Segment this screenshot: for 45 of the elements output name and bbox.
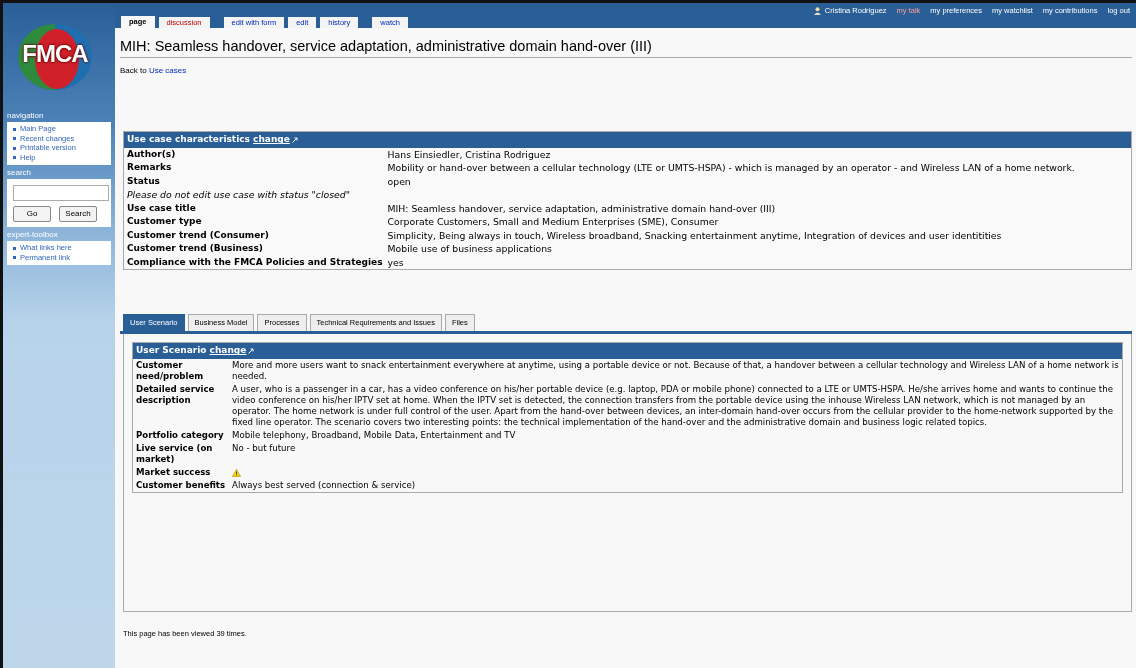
field-value: open bbox=[386, 174, 412, 189]
field-value: Mobile telephony, Broadband, Mobile Data, Entertainment and TV bbox=[231, 428, 517, 442]
field-value: Mobility or hand-over between a cellular technology (LTE or UMTS-HSPA) - which is managed by an operator - and Wireless LAN of a home network. bbox=[386, 161, 1076, 175]
portlet-heading: expert-toolbox bbox=[6, 230, 59, 241]
change-link[interactable]: change bbox=[209, 345, 247, 356]
external-link-icon bbox=[248, 347, 255, 354]
field-label: Detailed service description bbox=[135, 382, 216, 407]
warning-icon bbox=[232, 469, 241, 478]
field-value: Mobile use of business applications bbox=[386, 242, 553, 256]
field-value: yes bbox=[386, 255, 405, 270]
field-label: Customer type bbox=[126, 215, 203, 229]
change-link[interactable]: change bbox=[253, 134, 290, 145]
field-label: Compliance with the FMCA Policies and Strategies bbox=[126, 255, 384, 269]
back-link[interactable]: Use cases bbox=[148, 66, 187, 76]
field-value: MIH: Seamless handover, service adaptation, administrative domain hand-over (III) bbox=[386, 201, 777, 216]
field-label: Customer benefits bbox=[135, 478, 227, 492]
section-heading: User Scenario bbox=[136, 345, 208, 356]
user-icon bbox=[813, 6, 821, 15]
search-button[interactable]: Go bbox=[13, 206, 51, 222]
field-label: Customer need/problem bbox=[135, 358, 205, 383]
field-value: A user, who is a passenger in a car, has a video conference on his/her portable device (e.g. laptop, PDA or mobile phone) connected to a LTE or UMTS-HSPA. He/she arrives home and wants to continue the video conference on his/her IPTV set at home. When the IPTV set is detected, the connection transfers from the portable device using the inhouse Wireless LAN network, which is not managed by an operator. The home network is under full control of the user. Apart from the hand-over between devices, an inter-domain hand-over occurs from the cellular provider to the home-network supported by the fixed line operator. The scenario covers two interesting points: the technical implementation of the hand-over and the administrative domain and business logic related topics. bbox=[231, 382, 1114, 429]
back-text: Back to bbox=[120, 66, 148, 76]
section-heading: Use case characteristics bbox=[127, 134, 251, 145]
portlet-heading: navigation bbox=[6, 111, 45, 122]
field-label: Author(s) bbox=[126, 147, 177, 161]
page-title: MIH: Seamless handover, service adaptation, administrative domain hand-over (III) bbox=[120, 38, 1132, 59]
search-field[interactable] bbox=[13, 185, 109, 201]
field-label: Customer trend (Business) bbox=[126, 242, 264, 256]
field-value: No - but future bbox=[231, 441, 297, 455]
field-value: Simplicity, Being always in touch, Wireless broadband, Snacking entertainment anytime, Integration of devices and user identitities bbox=[386, 228, 1003, 243]
field-label: Remarks bbox=[126, 161, 173, 175]
field-label: Customer trend (Consumer) bbox=[126, 228, 270, 242]
field-label: Status bbox=[126, 174, 161, 188]
search-button[interactable]: Search bbox=[59, 206, 97, 222]
portlet-heading: search bbox=[6, 168, 32, 179]
field-value: More and more users want to snack entertainment everywhere at anytime, using a portable device or not. Because of that, a handover between a cellular technology and Wireless LAN of a home network is needed. bbox=[231, 358, 1120, 383]
field-label: Market success bbox=[135, 465, 212, 479]
external-link-icon bbox=[291, 136, 298, 143]
field-label: Portfolio category bbox=[135, 428, 225, 442]
field-value: Hans Einsiedler, Cristina Rodriguez bbox=[386, 147, 552, 162]
field-label: Use case title bbox=[126, 201, 197, 215]
note-text: Please do not edit use case with status "closed" bbox=[126, 188, 351, 202]
field-label: Live service (on market) bbox=[135, 441, 214, 466]
field-value: Corporate Customers, Small and Medium Enterprises (SME), Consumer bbox=[386, 215, 720, 229]
field-value: Always best served (connection & service) bbox=[231, 478, 417, 492]
